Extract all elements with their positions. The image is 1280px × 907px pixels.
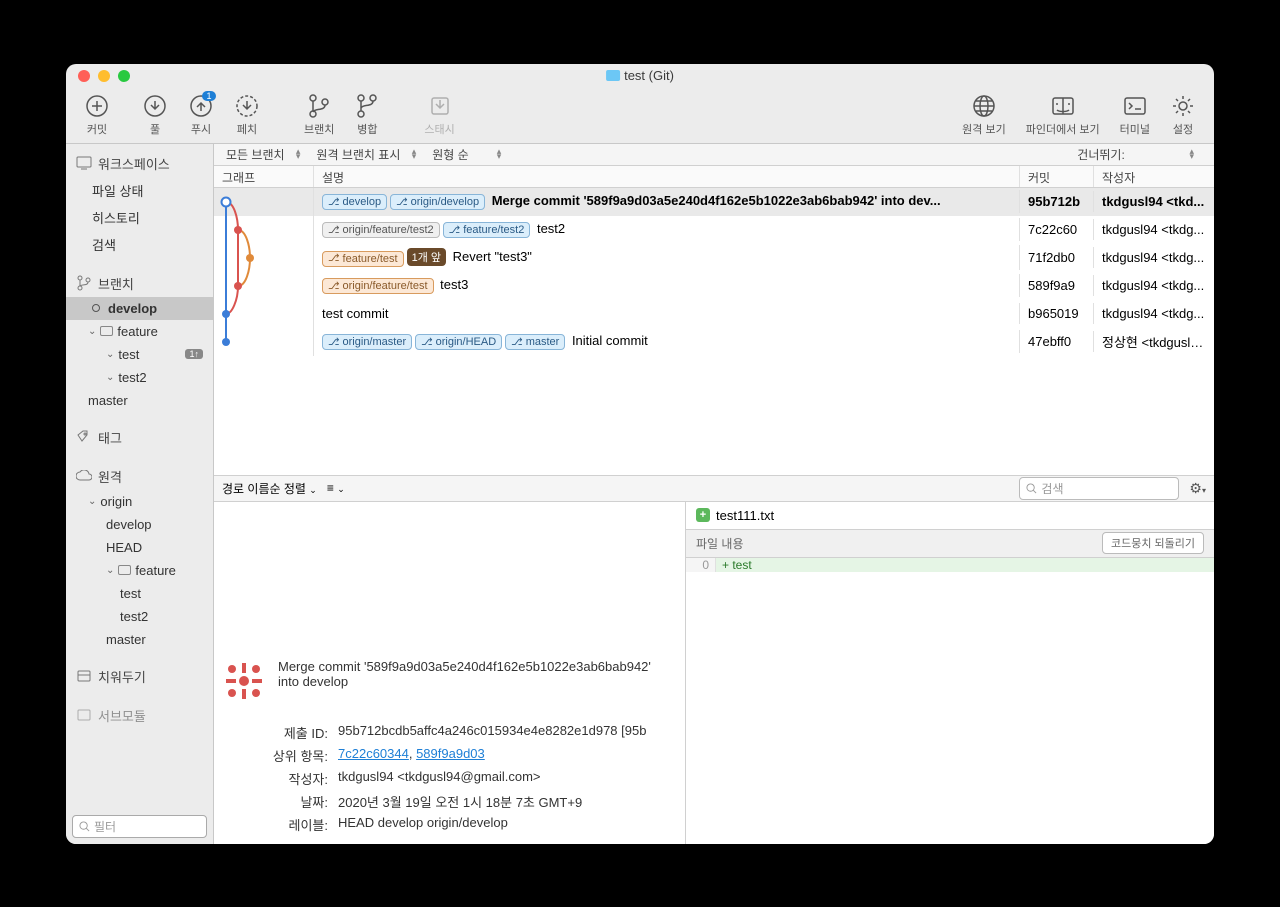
- ref-tag[interactable]: ⎇origin/master: [322, 334, 412, 350]
- sidebar-stashes-header[interactable]: 치워두기: [66, 663, 213, 690]
- revert-hunk-button[interactable]: 코드뭉치 되돌리기: [1102, 532, 1204, 554]
- all-branches-dropdown[interactable]: 모든 브랜치 ▴▾: [226, 146, 300, 163]
- ref-tag[interactable]: ⎇develop: [322, 194, 387, 210]
- file-tab[interactable]: + test111.txt: [686, 502, 1214, 530]
- ref-tag[interactable]: ⎇feature/test2: [443, 222, 531, 238]
- branch-test[interactable]: ⌄test1↑: [66, 343, 213, 366]
- sidebar-remotes-header[interactable]: 원격: [66, 463, 213, 490]
- col-commit[interactable]: 커밋: [1020, 166, 1094, 187]
- parent-link-2[interactable]: 589f9a9d03: [416, 746, 485, 761]
- date-value: 2020년 3월 19일 오전 1시 18분 7초 GMT+9: [338, 792, 677, 811]
- terminal-button[interactable]: 터미널: [1110, 93, 1160, 137]
- author-value: tkdgusl94 <tkdgusl94@gmail.com>: [338, 769, 677, 788]
- sidebar-workspace-header[interactable]: 워크스페이스: [66, 150, 213, 177]
- ref-tag[interactable]: ⎇feature/test: [322, 251, 404, 267]
- sidebar-tags-header[interactable]: 태그: [66, 424, 213, 451]
- filter-bar: 모든 브랜치 ▴▾ 원격 브랜치 표시 ▴▾ 원형 순 ▴▾ 건너뛰기: ▴▾: [214, 144, 1214, 166]
- ref-tag[interactable]: 1개 앞: [407, 248, 446, 266]
- commit-row[interactable]: ⎇feature/test1개 앞 Revert "test3"71f2db0t…: [214, 244, 1214, 272]
- commits-table-header: 그래프 설명 커밋 작성자: [214, 166, 1214, 188]
- search[interactable]: 검색: [66, 231, 213, 258]
- pull-button[interactable]: 풀: [132, 93, 178, 137]
- minimize-button[interactable]: [98, 70, 110, 82]
- file-status[interactable]: 파일 상태: [66, 177, 213, 204]
- remote-folder-feature[interactable]: ⌄feature: [66, 559, 213, 582]
- diff-body: 0+ test: [686, 558, 1214, 844]
- titlebar: test (Git): [66, 64, 1214, 88]
- commit-row[interactable]: ⎇origin/feature/test test3589f9a9tkdgusl…: [214, 272, 1214, 300]
- col-description[interactable]: 설명: [314, 166, 1020, 187]
- main-panel: 모든 브랜치 ▴▾ 원격 브랜치 표시 ▴▾ 원형 순 ▴▾ 건너뛰기: ▴▾ …: [214, 144, 1214, 844]
- detail-search-input[interactable]: 검색: [1019, 477, 1179, 500]
- commit-message: Merge commit '589f9a9d03a5e240d4f162e5b1…: [278, 659, 658, 703]
- window-title: test (Git): [606, 68, 674, 83]
- commit-row[interactable]: ⎇origin/feature/test2⎇feature/test2 test…: [214, 216, 1214, 244]
- labels-value: HEAD develop origin/develop: [338, 815, 677, 834]
- ref-tag[interactable]: ⎇origin/develop: [390, 194, 485, 210]
- col-author[interactable]: 작성자: [1094, 166, 1214, 187]
- toolbar: 커밋 풀1푸시페치 브랜치병합 스태시 원격 보기파인더에서 보기터미널설정: [66, 88, 1214, 144]
- commits-list: ⎇develop⎇origin/develop Merge commit '58…: [214, 188, 1214, 476]
- detail-settings-button[interactable]: ⚙︎▾: [1189, 480, 1206, 497]
- sidebar-branches-header[interactable]: 브랜치: [66, 270, 213, 297]
- remote-branches-dropdown[interactable]: 원격 브랜치 표시 ▴▾: [316, 146, 416, 163]
- sidebar: 워크스페이스 파일 상태히스토리검색 브랜치 develop⌄feature⌄t…: [66, 144, 214, 844]
- file-diff-panel: + test111.txt 파일 내용 코드뭉치 되돌리기 0+ test: [686, 502, 1214, 844]
- sort-dropdown[interactable]: 경로 이름순 정렬 ⌄: [222, 480, 317, 497]
- file-name: test111.txt: [716, 508, 774, 523]
- ref-tag[interactable]: ⎇origin/HEAD: [415, 334, 502, 350]
- folder-icon: [606, 70, 620, 81]
- remote-test2[interactable]: test2: [66, 605, 213, 628]
- window-controls: [78, 70, 130, 82]
- remote-origin[interactable]: ⌄origin: [66, 490, 213, 513]
- push-button[interactable]: 1푸시: [178, 93, 224, 137]
- parent-link-1[interactable]: 7c22c60344: [338, 746, 409, 761]
- ref-tag[interactable]: ⎇master: [505, 334, 565, 350]
- col-graph[interactable]: 그래프: [214, 166, 314, 187]
- commit-detail-panel: Merge commit '589f9a9d03a5e240d4f162e5b1…: [214, 502, 686, 844]
- file-content-label: 파일 내용: [696, 535, 744, 552]
- sidebar-submodules-header[interactable]: 서브모듈: [66, 702, 213, 729]
- commit-button[interactable]: 커밋: [74, 93, 120, 137]
- branch-develop[interactable]: develop: [66, 297, 213, 320]
- commit-row[interactable]: test commitb965019tkdgusl94 <tkdg...: [214, 300, 1214, 328]
- remote-test[interactable]: test: [66, 582, 213, 605]
- branch-folder-feature[interactable]: ⌄feature: [66, 320, 213, 343]
- merge-button[interactable]: 병합: [344, 93, 390, 137]
- remote-view-button[interactable]: 원격 보기: [952, 93, 1016, 137]
- fetch-button[interactable]: 페치: [224, 93, 270, 137]
- detail-toolbar: 경로 이름순 정렬 ⌄ ≡ ⌄ 검색 ⚙︎▾: [214, 476, 1214, 502]
- branch-button[interactable]: 브랜치: [294, 93, 344, 137]
- avatar: [222, 659, 266, 703]
- view-mode-dropdown[interactable]: ≡ ⌄: [327, 481, 345, 495]
- diff-line: 0+ test: [686, 558, 1214, 572]
- history[interactable]: 히스토리: [66, 204, 213, 231]
- file-added-icon: +: [696, 508, 710, 522]
- app-window: test (Git) 커밋 풀1푸시페치 브랜치병합 스태시 원격 보기파인더에…: [66, 64, 1214, 844]
- branch-test2[interactable]: ⌄test2: [66, 366, 213, 389]
- remote-master[interactable]: master: [66, 628, 213, 651]
- commit-row[interactable]: ⎇develop⎇origin/develop Merge commit '58…: [214, 188, 1214, 216]
- stash-button[interactable]: 스태시: [414, 93, 464, 137]
- close-button[interactable]: [78, 70, 90, 82]
- branch-master[interactable]: master: [66, 389, 213, 412]
- jump-dropdown[interactable]: 건너뛰기: ▴▾: [1077, 146, 1202, 163]
- zoom-button[interactable]: [118, 70, 130, 82]
- commit-row[interactable]: ⎇origin/master⎇origin/HEAD⎇master Initia…: [214, 328, 1214, 356]
- commit-id-value: 95b712bcdb5affc4a246c015934e4e8282e1d978…: [338, 723, 677, 742]
- order-dropdown[interactable]: 원형 순 ▴▾: [432, 146, 501, 163]
- remote-head[interactable]: HEAD: [66, 536, 213, 559]
- ref-tag[interactable]: ⎇origin/feature/test2: [322, 222, 440, 238]
- ref-tag[interactable]: ⎇origin/feature/test: [322, 278, 434, 294]
- sidebar-filter-input[interactable]: 필터: [72, 815, 207, 838]
- settings-button[interactable]: 설정: [1160, 93, 1206, 137]
- finder-button[interactable]: 파인더에서 보기: [1016, 93, 1110, 137]
- remote-develop[interactable]: develop: [66, 513, 213, 536]
